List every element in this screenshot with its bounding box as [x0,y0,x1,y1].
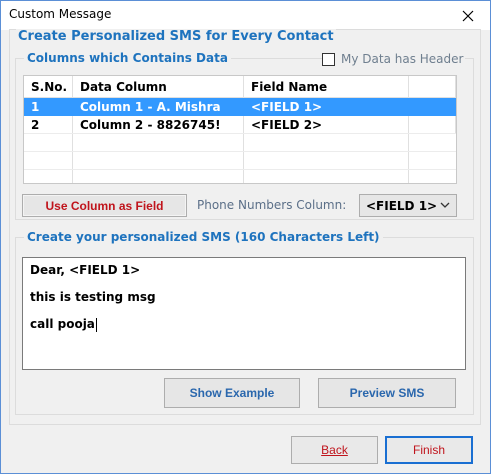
grid-header-row: S.No. Data Column Field Name [24,76,456,98]
phone-numbers-select[interactable]: <FIELD 1> [359,194,457,217]
finish-label: Finish [412,443,445,457]
table-row[interactable]: 2 Column 2 - 8826745! <FIELD 2> [24,116,456,134]
empty-cell [24,170,73,183]
back-label: Back [321,443,348,457]
empty-cell [73,170,244,183]
sms-line-last: call pooja [30,316,458,333]
header-sno[interactable]: S.No. [24,76,73,98]
empty-cell [73,152,244,170]
sms-legend: Create your personalized SMS (160 Charac… [24,230,383,244]
sms-textarea[interactable]: Dear, <FIELD 1> this is testing msg call… [22,257,466,370]
empty-cell [73,134,244,152]
window-title: Custom Message [9,7,112,21]
sms-line: this is testing msg [30,290,156,304]
header-field-name[interactable]: Field Name [244,76,409,98]
empty-cell [24,152,73,170]
columns-legend: Columns which Contains Data [24,51,231,65]
row-divider [24,133,456,134]
sms-line: call pooja [30,317,95,331]
has-header-label: My Data has Header [341,52,464,66]
show-example-button[interactable]: Show Example [164,378,300,408]
personalized-sms-legend: Create Personalized SMS for Every Contac… [16,29,336,44]
cell-field-name: <FIELD 2> [244,116,409,134]
row-divider [24,169,456,170]
phone-numbers-selected: <FIELD 1> [366,198,438,213]
cell-sno: 2 [24,116,73,134]
use-column-as-field-button[interactable]: Use Column as Field [22,194,187,217]
text-caret [95,317,97,332]
cell-empty [409,116,456,134]
cell-sno: 1 [24,98,73,116]
phone-numbers-label: Phone Numbers Column: [197,198,347,212]
empty-cell [244,170,409,183]
empty-row [24,134,456,152]
empty-row [24,152,456,170]
finish-button[interactable]: Finish [385,436,473,464]
cell-field-name: <FIELD 1> [244,98,409,116]
chevron-down-icon [440,202,450,208]
checkbox-box[interactable] [322,52,335,66]
row-divider [24,151,456,152]
header-data-column[interactable]: Data Column [73,76,244,98]
close-button[interactable] [446,1,490,30]
back-button[interactable]: Back [291,436,378,464]
columns-grid[interactable]: S.No. Data Column Field Name 1 Column 1 … [23,75,457,184]
cell-data-column: Column 2 - 8826745! [73,116,244,134]
header-empty [409,76,456,98]
empty-cell [244,134,409,152]
empty-cell [24,134,73,152]
preview-sms-button[interactable]: Preview SMS [318,378,456,408]
cell-data-column: Column 1 - A. Mishra [73,98,244,116]
empty-row [24,170,456,183]
close-icon [462,10,474,21]
sms-line: Dear, <FIELD 1> [30,263,141,277]
table-row[interactable]: 1 Column 1 - A. Mishra <FIELD 1> [24,98,456,116]
empty-cell [244,152,409,170]
title-bar: Custom Message [1,1,490,30]
has-header-checkbox[interactable]: My Data has Header [322,52,466,66]
